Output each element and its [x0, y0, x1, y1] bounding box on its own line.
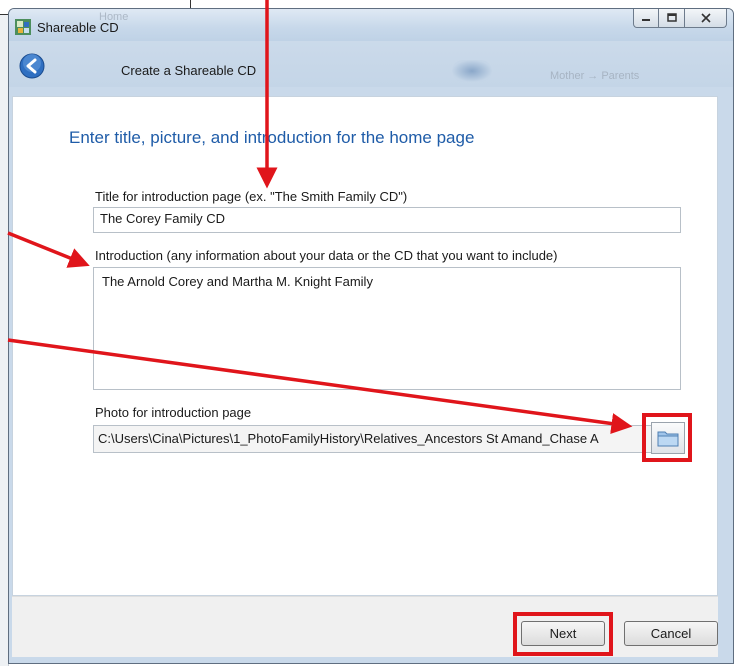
- minimize-icon: [642, 19, 650, 21]
- photo-path-field[interactable]: C:\Users\Cina\Pictures\1_PhotoFamilyHist…: [93, 425, 653, 453]
- window-controls: [633, 9, 727, 29]
- cancel-button[interactable]: Cancel: [624, 621, 718, 646]
- ghost-decoration: [452, 60, 492, 82]
- page-heading: Enter title, picture, and introduction f…: [69, 128, 475, 147]
- introduction-field-label: Introduction (any information about your…: [95, 248, 558, 263]
- close-icon: [700, 13, 711, 23]
- title-bar[interactable]: Shareable CD Home: [9, 9, 733, 41]
- back-arrow-icon[interactable]: [19, 53, 45, 79]
- maximize-icon: [666, 13, 677, 22]
- next-button[interactable]: Next: [521, 621, 605, 646]
- introduction-textarea[interactable]: The Arnold Corey and Martha M. Knight Fa…: [93, 267, 681, 390]
- ghost-title-text: Home: [99, 11, 129, 23]
- close-button[interactable]: [685, 9, 727, 28]
- maximize-button[interactable]: [659, 9, 685, 28]
- ghost-nav-text: Mother → Parents: [550, 70, 640, 82]
- folder-icon: [657, 431, 679, 447]
- title-field-label: Title for introduction page (ex. "The Sm…: [95, 189, 408, 204]
- title-input[interactable]: The Corey Family CD: [93, 207, 681, 233]
- shareable-cd-app-icon: [15, 19, 31, 35]
- browse-photo-button[interactable]: [651, 422, 685, 454]
- photo-field-label: Photo for introduction page: [95, 405, 252, 420]
- wizard-footer: [12, 596, 718, 657]
- minimize-button[interactable]: [633, 9, 659, 28]
- nav-title: Create a Shareable CD: [121, 63, 257, 78]
